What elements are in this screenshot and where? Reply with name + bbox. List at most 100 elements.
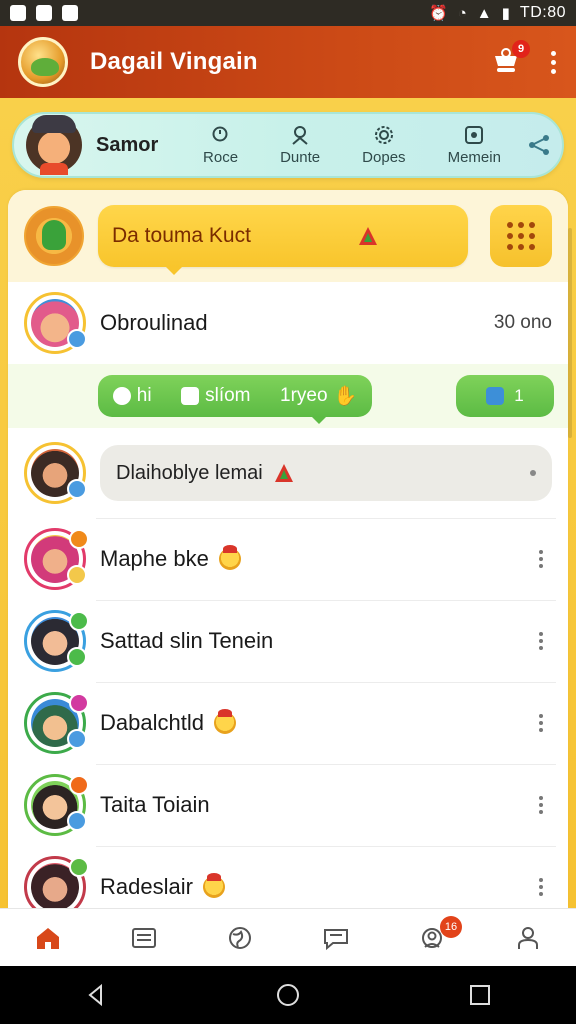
contact-name-text: Sattad slin Tenein xyxy=(100,628,274,653)
cloud-icon xyxy=(36,5,52,21)
chat-row[interactable]: Maphe bke xyxy=(8,518,568,600)
app-title: Dagail Vingain xyxy=(90,48,258,75)
tab-dunte[interactable]: Dunte xyxy=(280,124,320,166)
profile-name: Samor xyxy=(96,133,159,156)
chat-row[interactable]: Radeslair xyxy=(8,846,568,908)
signal-icon: ▲ xyxy=(476,4,492,22)
support-badge: 16 xyxy=(440,915,462,938)
nav-support[interactable]: 16 xyxy=(412,915,462,958)
emoji-icon xyxy=(202,873,225,898)
wifi-icon: ◔ xyxy=(457,4,467,22)
attachment-chip[interactable]: 1 xyxy=(456,375,554,417)
chat-row[interactable]: Taita Toiain xyxy=(8,764,568,846)
grid-icon[interactable] xyxy=(490,205,552,267)
cart-badge: 9 xyxy=(512,40,530,58)
news-icon xyxy=(132,927,156,948)
gear-icon xyxy=(374,126,393,144)
contact-name: Radeslair xyxy=(100,873,225,900)
emoji-icon xyxy=(218,545,241,570)
chip-hi[interactable]: hi xyxy=(112,385,152,407)
reply-chip-group: hi slíom 1ryeo ✋ xyxy=(98,375,372,424)
thumb-icon: ✋ xyxy=(333,386,358,407)
more-options-icon[interactable] xyxy=(536,550,546,568)
profile-bar: Samor Roce Dunte Dopes Memein xyxy=(12,112,564,178)
composer-avatar[interactable] xyxy=(24,206,84,266)
frame-icon xyxy=(465,126,484,144)
image-icon xyxy=(181,387,200,405)
attachment-label: 1 xyxy=(514,386,524,405)
home-icon xyxy=(37,927,59,949)
messenger-icon xyxy=(62,5,78,21)
composer-bubble[interactable]: Da touma Kuct xyxy=(98,205,468,275)
recents-icon[interactable] xyxy=(467,982,493,1008)
contact-name-text: Taita Toiain xyxy=(100,792,210,817)
chat-row[interactable]: Dlaihoblye lemai xyxy=(8,428,568,518)
more-options-icon[interactable] xyxy=(536,878,546,896)
search-icon xyxy=(212,126,228,142)
profile-avatar[interactable] xyxy=(26,115,82,175)
tab-memein[interactable]: Memein xyxy=(448,124,501,166)
cart-button[interactable]: 9 xyxy=(490,40,530,78)
more-options-icon[interactable] xyxy=(536,796,546,814)
chip-sliom[interactable]: slíom xyxy=(181,385,251,407)
contact-name: Obroulinad xyxy=(100,310,208,335)
contact-name: Taita Toiain xyxy=(100,792,210,818)
more-options-icon[interactable] xyxy=(536,714,546,732)
alarm-icon: ⏰ xyxy=(429,5,448,22)
message-text: Dlaihoblye lemai xyxy=(116,461,263,484)
contact-name: Dabalchtld xyxy=(100,709,236,736)
avatar xyxy=(24,774,89,836)
app-logo[interactable] xyxy=(18,37,68,87)
nav-explore[interactable] xyxy=(220,918,260,958)
composer-row: Da touma Kuct xyxy=(8,190,568,282)
avatar xyxy=(24,856,89,908)
gem-icon xyxy=(274,464,293,482)
back-icon[interactable] xyxy=(83,982,109,1008)
status-bar: ⏰ ◔ ▲ ▮ TD:80 xyxy=(0,0,576,26)
contact-name-text: Dabalchtld xyxy=(100,710,204,735)
chat-row[interactable]: Obroulinad 30 ono xyxy=(8,282,568,364)
gallery-icon xyxy=(10,5,26,21)
contact-name-text: Radeslair xyxy=(100,874,193,899)
gem-icon xyxy=(358,227,377,245)
chat-row[interactable]: Sattad slin Tenein xyxy=(8,600,568,682)
home-circle-icon[interactable] xyxy=(275,982,301,1008)
message-bubble[interactable]: Dlaihoblye lemai xyxy=(100,445,552,501)
tab-label: Roce xyxy=(203,149,239,166)
nav-chats[interactable] xyxy=(316,918,356,958)
quick-reply-chips: hi slíom 1ryeo ✋ 1 xyxy=(8,364,568,428)
nav-home[interactable] xyxy=(28,918,68,958)
profile-icon xyxy=(518,926,538,949)
nav-news[interactable] xyxy=(124,918,164,958)
chip-label: 1ryeo xyxy=(280,385,328,406)
document-icon xyxy=(486,387,505,405)
composer-text: Da touma Kuct xyxy=(112,224,251,247)
bottom-nav: 16 xyxy=(0,908,576,966)
contact-name: Sattad slin Tenein xyxy=(100,628,273,654)
nav-profile[interactable] xyxy=(508,918,548,958)
more-icon xyxy=(530,470,536,476)
tab-label: Dopes xyxy=(362,149,406,166)
avatar xyxy=(24,692,89,754)
tab-roce[interactable]: Roce xyxy=(203,124,238,166)
chat-row[interactable]: Dabalchtld xyxy=(8,682,568,764)
chip-label: slíom xyxy=(205,385,251,406)
more-options-icon[interactable] xyxy=(536,632,546,650)
battery-icon: ▮ xyxy=(501,5,510,22)
chip-label: hi xyxy=(136,385,152,406)
more-menu-icon[interactable] xyxy=(548,50,558,74)
share-icon[interactable] xyxy=(526,132,552,158)
avatar xyxy=(24,292,87,354)
avatar xyxy=(24,528,89,590)
person-icon xyxy=(292,126,308,145)
app-bar: Dagail Vingain 9 xyxy=(0,26,576,98)
contact-name-text: Maphe bke xyxy=(100,546,209,571)
avatar xyxy=(24,610,89,672)
emoji-icon xyxy=(213,709,236,734)
system-nav-bar xyxy=(0,966,576,1024)
tab-dopes[interactable]: Dopes xyxy=(362,124,406,166)
chip-ryeo[interactable]: 1ryeo ✋ xyxy=(280,384,357,408)
globe-icon xyxy=(229,926,251,949)
scrollbar[interactable] xyxy=(568,228,572,438)
chat-icon xyxy=(324,928,348,950)
